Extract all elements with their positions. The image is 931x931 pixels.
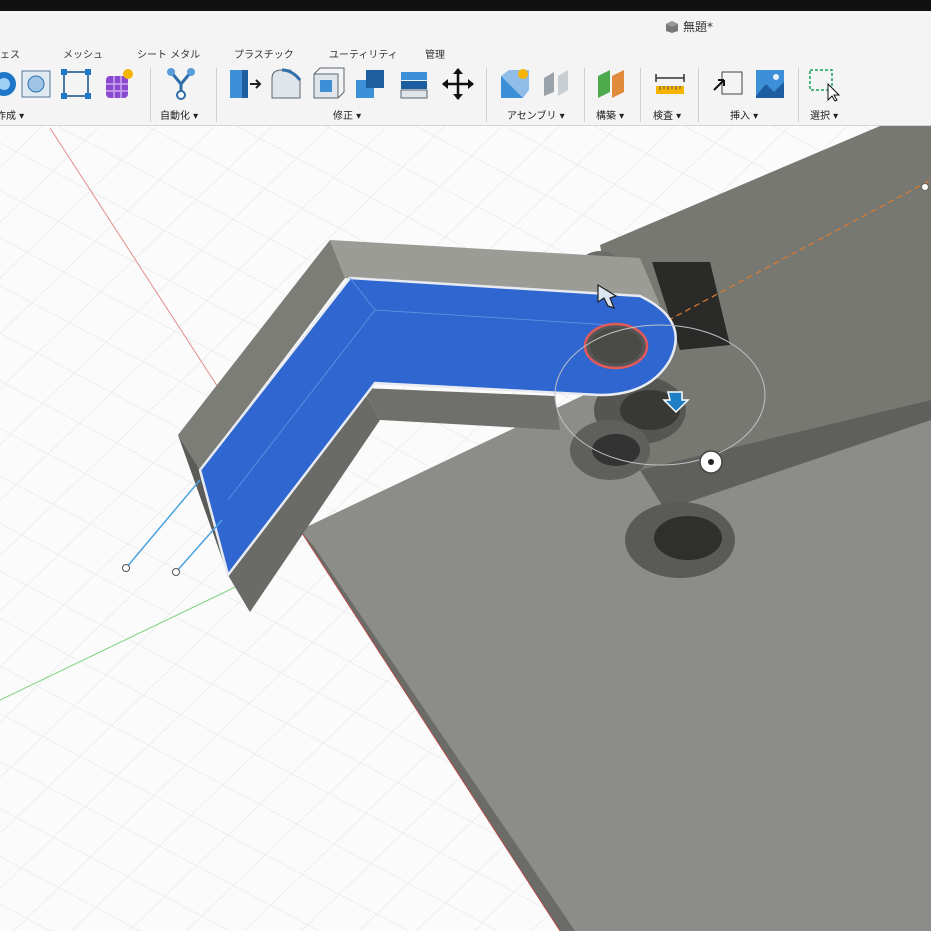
dimension-handle[interactable]: [122, 564, 130, 572]
newComponent-icon[interactable]: [495, 66, 531, 102]
group-inspect-label[interactable]: 検査 ▾: [653, 107, 681, 122]
insertDerive-icon[interactable]: [710, 66, 746, 102]
sketch-icon[interactable]: [58, 66, 94, 102]
document-cube-icon: [666, 20, 678, 33]
decal-icon[interactable]: [752, 66, 788, 102]
plane-icon[interactable]: [594, 66, 630, 102]
title-bar: 無題*: [0, 11, 931, 43]
tab-sheet-metal[interactable]: シート メタル: [137, 46, 200, 61]
group-insert-label[interactable]: 挿入 ▾: [730, 107, 758, 122]
group-modify-label[interactable]: 修正 ▾: [333, 107, 361, 122]
separator: [486, 68, 487, 122]
align-icon[interactable]: [396, 66, 432, 102]
hole-inner: [590, 328, 642, 364]
measure-icon[interactable]: [652, 66, 688, 102]
separator: [698, 68, 699, 122]
separator: [798, 68, 799, 122]
tab-manage[interactable]: 管理: [425, 46, 445, 61]
group-create-label[interactable]: 作成 ▾: [0, 107, 24, 122]
3d-viewport[interactable]: [0, 126, 931, 931]
automate-icon[interactable]: [163, 66, 199, 102]
combine-icon[interactable]: [352, 66, 388, 102]
tab-mesh[interactable]: メッシュ: [63, 46, 103, 61]
document-title-text: 無題*: [683, 20, 714, 34]
form-icon[interactable]: [100, 66, 136, 102]
window-top-bar: [0, 0, 931, 11]
tab-surface[interactable]: ェス: [0, 46, 20, 61]
fillet-icon[interactable]: [268, 66, 304, 102]
separator: [150, 68, 151, 122]
tab-plastic[interactable]: プラスチック: [234, 46, 294, 61]
group-automate-label[interactable]: 自動化 ▾: [160, 107, 198, 122]
separator: [584, 68, 585, 122]
document-title[interactable]: 無題*: [665, 18, 713, 35]
separator: [216, 68, 217, 122]
group-construct-label[interactable]: 構築 ▾: [596, 107, 624, 122]
dimension-handle[interactable]: [172, 568, 180, 576]
tab-utility[interactable]: ユーティリティ: [329, 46, 398, 61]
selectWindow-icon[interactable]: [806, 66, 842, 102]
move-icon[interactable]: [440, 66, 476, 102]
pressPull-icon[interactable]: [226, 66, 262, 102]
shell-icon[interactable]: [310, 66, 346, 102]
group-assemble-label[interactable]: アセンブリ ▾: [507, 107, 565, 122]
pivot-center: [708, 459, 714, 465]
separator: [640, 68, 641, 122]
joint-icon[interactable]: [538, 66, 574, 102]
group-select-label[interactable]: 選択 ▾: [810, 107, 838, 122]
box-icon[interactable]: [18, 66, 54, 102]
